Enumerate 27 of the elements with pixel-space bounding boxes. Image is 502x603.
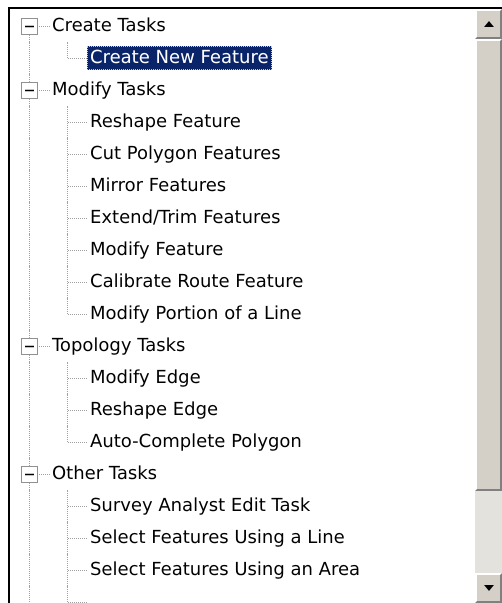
tree-item[interactable]: Modify Feature: [87, 238, 226, 262]
tree-item[interactable]: Modify Portion of a Line: [87, 302, 305, 326]
tree-item[interactable]: Auto-Complete Polygon: [87, 430, 305, 454]
collapse-icon[interactable]: [21, 82, 38, 98]
tree-node[interactable]: Create Tasks: [50, 15, 168, 37]
collapse-icon[interactable]: [21, 18, 38, 34]
scroll-down-button[interactable]: [475, 573, 502, 603]
scroll-up-button[interactable]: [475, 9, 502, 39]
tree-item[interactable]: Reshape Edge: [87, 398, 222, 422]
scrollbar-thumb[interactable]: [475, 39, 502, 491]
down-arrow-icon: [484, 585, 494, 591]
tree-item[interactable]: Cut Polygon Features: [87, 142, 284, 166]
tree-node[interactable]: Other Tasks: [50, 463, 160, 485]
tree-item[interactable]: Select Features Using a Line: [87, 526, 348, 550]
collapse-icon[interactable]: [21, 338, 38, 354]
tree-item[interactable]: Calibrate Route Feature: [87, 270, 306, 294]
collapse-icon[interactable]: [21, 466, 38, 482]
tree-item[interactable]: Reshape Feature: [87, 110, 244, 134]
tree-node[interactable]: Topology Tasks: [50, 335, 188, 357]
tree-item[interactable]: Extend/Trim Features: [87, 206, 284, 230]
tree-item[interactable]: Create New Feature: [87, 46, 272, 70]
up-arrow-icon: [484, 21, 494, 27]
tree-item[interactable]: Survey Analyst Edit Task: [87, 494, 314, 518]
tree-item[interactable]: Mirror Features: [87, 174, 230, 198]
tree-item[interactable]: Modify Edge: [87, 366, 204, 390]
tree-item[interactable]: Select Features Using an Area: [87, 558, 364, 582]
tree-node[interactable]: Modify Tasks: [50, 79, 168, 101]
